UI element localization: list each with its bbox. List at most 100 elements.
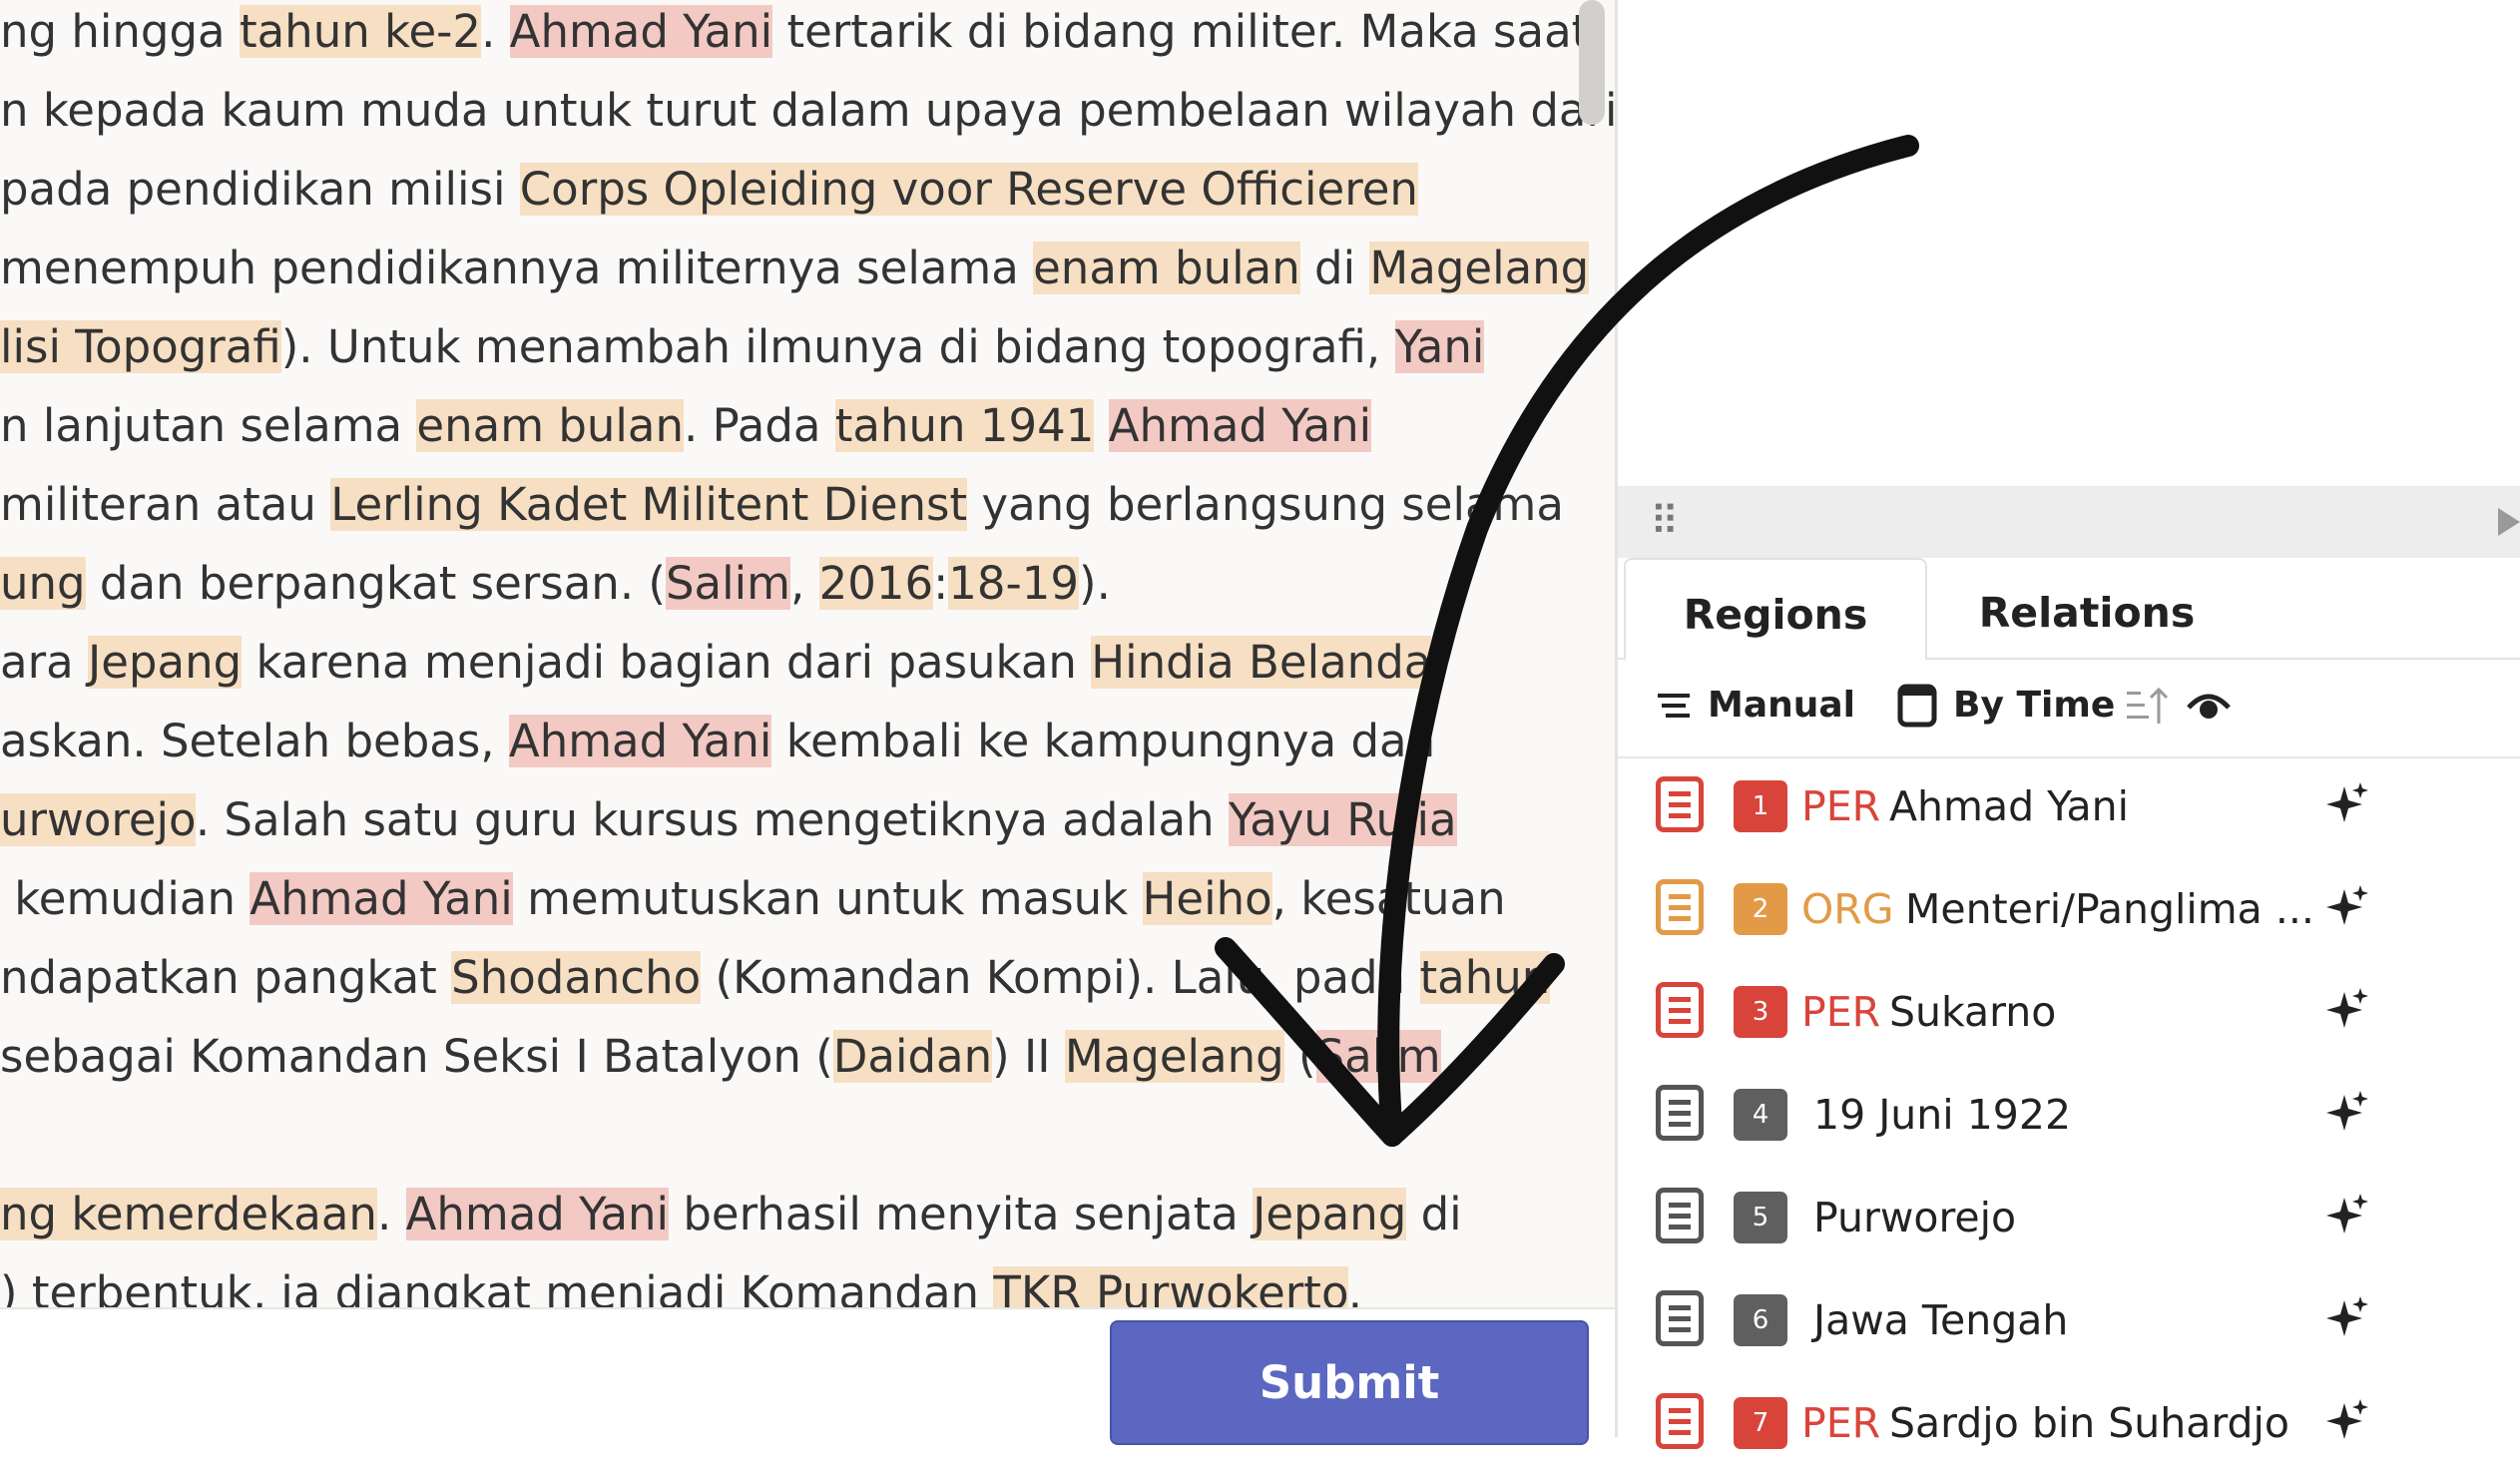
text-line[interactable]: ung dan berpangkat sersan. (Salim, 2016:… — [0, 554, 1111, 614]
plain-text: ). — [1079, 557, 1111, 610]
text-line[interactable]: ng hingga tahun ke-2. Ahmad Yani tertari… — [0, 2, 1589, 62]
visibility-toggle[interactable] — [2187, 681, 2231, 731]
tab-regions[interactable]: Regions — [1624, 558, 1927, 661]
entity-highlight-per[interactable]: Ahmad Yani — [508, 715, 772, 767]
collapse-arrow-icon[interactable] — [2498, 508, 2520, 536]
manual-sort-button[interactable]: Manual — [1656, 681, 1855, 731]
entity-highlight-per[interactable]: Salim — [665, 557, 790, 610]
region-index-badge: 2 — [1734, 883, 1787, 935]
plain-text: . — [1431, 636, 1446, 689]
text-line[interactable]: ng kemerdekaan. Ahmad Yani berhasil meny… — [0, 1185, 1462, 1244]
region-index-badge: 3 — [1734, 986, 1787, 1038]
entity-highlight[interactable]: 18-19 — [948, 557, 1080, 610]
entity-highlight[interactable]: tahun 1941 — [834, 399, 1095, 452]
sparkle-icon[interactable] — [2322, 1190, 2372, 1239]
plain-text: berhasil menyita senjata — [669, 1188, 1254, 1240]
submit-button[interactable]: Submit — [1110, 1320, 1589, 1445]
entity-highlight[interactable]: enam bulan — [1033, 242, 1300, 294]
text-line[interactable]: ara Jepang karena menjadi bagian dari pa… — [0, 633, 1446, 693]
entity-highlight[interactable]: tahun — [1419, 951, 1551, 1004]
region-item[interactable]: 7 PER Sardjo bin Suhardjo — [1618, 1373, 2520, 1476]
sparkle-icon[interactable] — [2322, 881, 2372, 931]
text-line[interactable]: ) terbentuk, ia diangkat menjadi Komanda… — [0, 1263, 1362, 1307]
plain-text: memutuskan untuk masuk — [512, 872, 1143, 925]
region-text: Sardjo bin Suhardjo — [1889, 1399, 2290, 1447]
entity-highlight[interactable]: enam bulan — [416, 399, 685, 452]
entity-highlight[interactable]: Magelang — [1369, 242, 1590, 294]
list-icon — [1658, 694, 1690, 718]
region-item[interactable]: 6 Jawa Tengah — [1618, 1270, 2520, 1373]
region-item[interactable]: 1 PER Ahmad Yani — [1618, 756, 2520, 859]
plain-text: di — [1299, 242, 1370, 294]
plain-text: , kesatuan — [1271, 872, 1506, 925]
tab-relations[interactable]: Relations — [1937, 558, 2237, 658]
entity-highlight[interactable]: Daidan — [832, 1030, 993, 1083]
region-text: 19 Juni 1922 — [1813, 1091, 2072, 1139]
sparkle-icon[interactable] — [2322, 1395, 2372, 1445]
text-line[interactable]: ndapatkan pangkat Shodancho (Komandan Ko… — [0, 948, 1551, 1008]
entity-highlight[interactable]: ng kemerdekaan — [0, 1188, 377, 1240]
entity-highlight[interactable]: Shodancho — [451, 951, 702, 1004]
entity-highlight[interactable]: Corps Opleiding voor Reserve Officieren — [519, 163, 1418, 216]
text-line[interactable]: sebagai Komandan Seksi I Batalyon (Daida… — [0, 1027, 1441, 1087]
annotation-text-area[interactable]: ng hingga tahun ke-2. Ahmad Yani tertari… — [0, 0, 1615, 1307]
sparkle-icon[interactable] — [2322, 1292, 2372, 1342]
by-time-sort-button[interactable]: By Time — [1897, 681, 2169, 731]
entity-highlight[interactable]: Heiho — [1142, 872, 1272, 925]
entity-highlight-per[interactable]: Salim — [1315, 1030, 1441, 1083]
eye-icon — [2187, 694, 2231, 719]
plain-text: . — [376, 1188, 406, 1240]
plain-text: tertarik di bidang militer. Maka saat — [772, 5, 1590, 58]
region-item[interactable]: 5 Purworejo — [1618, 1168, 2520, 1270]
text-line[interactable]: n kepada kaum muda untuk turut dalam upa… — [0, 81, 1615, 141]
text-line[interactable]: pada pendidikan milisi Corps Opleiding v… — [0, 160, 1418, 220]
region-index-badge: 1 — [1734, 780, 1787, 832]
region-index-badge: 6 — [1734, 1294, 1787, 1346]
text-line[interactable]: menempuh pendidikannya militernya selama… — [0, 239, 1590, 298]
text-line[interactable]: urworejo. Salah satu guru kursus mengeti… — [0, 790, 1457, 850]
text-line[interactable]: askan. Setelah bebas, Ahmad Yani kembali… — [0, 712, 1435, 771]
region-item[interactable]: 3 PER Sukarno — [1618, 962, 2520, 1065]
entity-highlight[interactable]: urworejo — [0, 793, 196, 846]
drag-handle-icon[interactable]: ⠿ — [1650, 502, 1679, 542]
plain-text: ( — [1283, 1030, 1316, 1083]
text-line[interactable]: kemudian Ahmad Yani memutuskan untuk mas… — [0, 869, 1506, 929]
plain-text — [1094, 399, 1108, 452]
text-line[interactable]: n lanjutan selama enam bulan. Pada tahun… — [0, 396, 1372, 456]
plain-text: ara — [0, 636, 88, 689]
entity-highlight-per[interactable]: Yani — [1394, 320, 1485, 373]
entity-highlight[interactable]: ung — [0, 557, 86, 610]
region-text-icon — [1656, 982, 1704, 1038]
entity-highlight[interactable]: tahun ke-2 — [239, 5, 482, 58]
entity-highlight[interactable]: Jepang — [87, 636, 243, 689]
entity-highlight[interactable]: lisi Topografi — [0, 320, 281, 373]
entity-highlight[interactable]: Jepang — [1253, 1188, 1407, 1240]
plain-text: ndapatkan pangkat — [0, 951, 452, 1004]
scrollbar-thumb[interactable] — [1579, 0, 1605, 125]
entity-highlight-per[interactable]: Ahmad Yani — [509, 5, 773, 58]
plain-text: askan. Setelah bebas, — [0, 715, 509, 767]
entity-highlight-per[interactable]: Ahmad Yani — [250, 872, 513, 925]
region-item[interactable]: 4 19 Juni 1922 — [1618, 1065, 2520, 1168]
entity-highlight[interactable]: TKR Purwokerto — [993, 1266, 1348, 1307]
text-line[interactable]: lisi Topografi). Untuk menambah ilmunya … — [0, 317, 1485, 377]
plain-text: karena menjadi bagian dari pasukan — [242, 636, 1092, 689]
entity-highlight[interactable]: 2016 — [818, 557, 934, 610]
plain-text: . Pada — [684, 399, 835, 452]
entity-highlight[interactable]: Hindia Belanda — [1091, 636, 1432, 689]
sparkle-icon[interactable] — [2322, 984, 2372, 1034]
entity-highlight[interactable]: Magelang — [1064, 1030, 1284, 1083]
entity-highlight-per[interactable]: Ahmad Yani — [405, 1188, 670, 1240]
region-item[interactable]: 2 ORG Menteri/Panglima ... — [1618, 859, 2520, 962]
region-index-badge: 4 — [1734, 1089, 1787, 1141]
sparkle-icon[interactable] — [2322, 1087, 2372, 1137]
region-text: Ahmad Yani — [1889, 782, 2130, 830]
entity-highlight[interactable]: Lerling Kadet Militent Dienst — [330, 478, 968, 531]
plain-text: ) terbentuk, ia diangkat menjadi Komanda… — [0, 1266, 994, 1307]
sparkle-icon[interactable] — [2322, 778, 2372, 828]
region-label: PER — [1801, 988, 1881, 1036]
plain-text: ). Untuk menambah ilmunya di bidang topo… — [280, 320, 1395, 373]
text-line[interactable]: militeran atau Lerling Kadet Militent Di… — [0, 475, 1564, 535]
entity-highlight-per[interactable]: Ahmad Yani — [1108, 399, 1372, 452]
entity-highlight-per[interactable]: Yayu Rulia — [1228, 793, 1457, 846]
